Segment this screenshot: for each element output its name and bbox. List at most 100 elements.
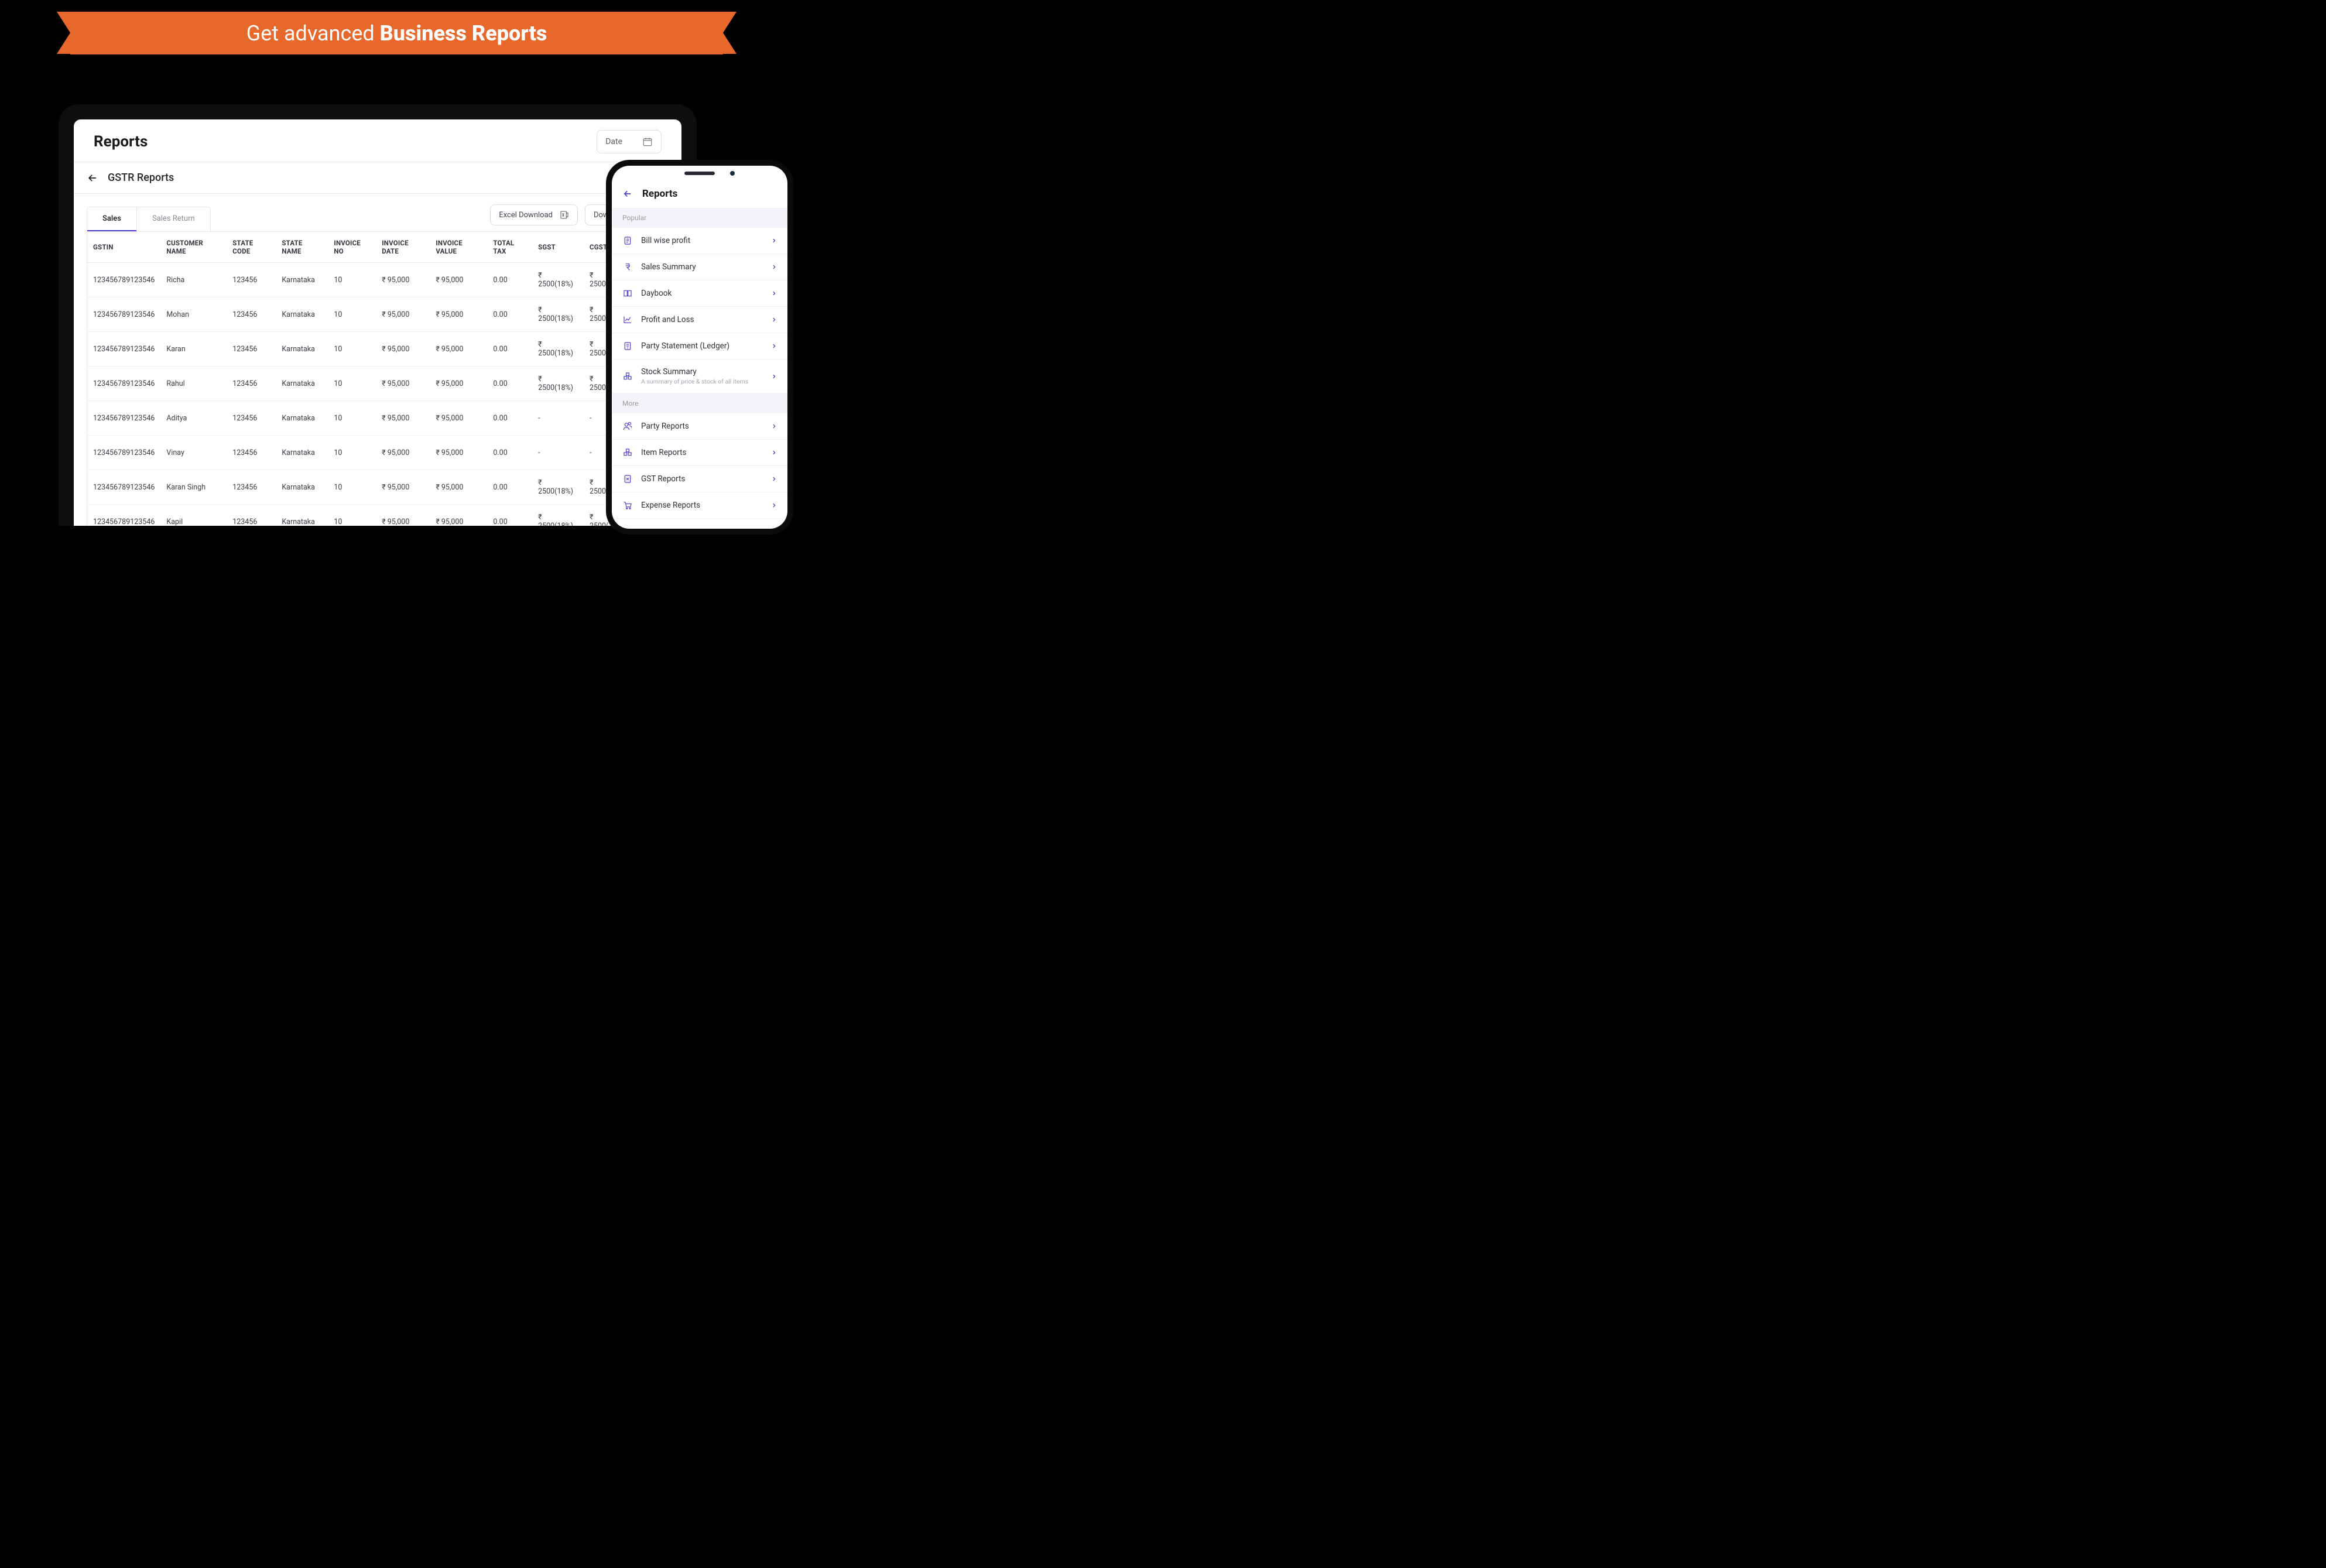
cell-scode: 123456 [227, 505, 276, 526]
calendar-icon [642, 136, 653, 147]
col-invoice-date: INVOICE DATE [376, 232, 430, 263]
cell-invdate: ₹ 95,000 [376, 470, 430, 505]
chevron-right-icon [771, 374, 777, 379]
menu-item-bill-wise-profit[interactable]: Bill wise profit [612, 228, 787, 254]
cell-name: Vinay [160, 436, 227, 470]
cell-name: Aditya [160, 401, 227, 436]
cell-sgst: ₹ 2500(18%) [532, 470, 584, 505]
cell-tax: 0.00 [487, 297, 532, 332]
excel-icon [560, 210, 569, 220]
section-popular: Popular [612, 208, 787, 228]
tabs: Sales Sales Return [87, 207, 211, 231]
menu-item-party-statement-ledger-[interactable]: Party Statement (Ledger) [612, 333, 787, 360]
table-body: 123456789123546Richa123456Karnataka10₹ 9… [87, 263, 669, 526]
cell-gstin: 123456789123546 [87, 367, 161, 401]
cell-sgst: ₹ 2500(18%) [532, 263, 584, 297]
col-total-tax: TOTAL TAX [487, 232, 532, 263]
menu-item-sales-summary[interactable]: Sales Summary [612, 254, 787, 280]
cell-sname: Karnataka [276, 332, 328, 367]
menu-item-item-reports[interactable]: Item Reports [612, 440, 787, 466]
chevron-right-icon [771, 238, 777, 244]
cell-sgst: ₹ 2500(18%) [532, 297, 584, 332]
sub-header: GSTR Reports [74, 162, 681, 194]
cell-invval: ₹ 95,000 [430, 297, 487, 332]
statement-icon [622, 341, 633, 351]
cell-invno: 10 [328, 297, 376, 332]
cell-name: Karan [160, 332, 227, 367]
cell-sname: Karnataka [276, 505, 328, 526]
cell-scode: 123456 [227, 436, 276, 470]
section-more: More [612, 393, 787, 413]
excel-label: Excel Download [499, 211, 553, 220]
cell-invno: 10 [328, 505, 376, 526]
cell-gstin: 123456789123546 [87, 297, 161, 332]
table-header-row: GSTINCUSTOMER NAMESTATE CODESTATE NAMEIN… [87, 232, 669, 263]
menu-label: Bill wise profit [641, 236, 763, 245]
menu-label: Expense Reports [641, 501, 763, 510]
cell-invdate: ₹ 95,000 [376, 436, 430, 470]
banner-text: Get advanced Business Reports [246, 21, 547, 46]
col-customer-name: CUSTOMER NAME [160, 232, 227, 263]
cell-invval: ₹ 95,000 [430, 367, 487, 401]
menu-label: Sales Summary [641, 262, 763, 272]
tab-sales-return[interactable]: Sales Return [136, 207, 210, 231]
table-row[interactable]: 123456789123546Karan123456Karnataka10₹ 9… [87, 332, 669, 367]
page-title: Reports [94, 133, 148, 150]
rupee-icon [622, 262, 633, 272]
menu-label: Party Reports [641, 422, 763, 431]
cell-sname: Karnataka [276, 436, 328, 470]
table-row[interactable]: 123456789123546Richa123456Karnataka10₹ 9… [87, 263, 669, 297]
chevron-right-icon [771, 476, 777, 482]
menu-label: Profit and Loss [641, 315, 763, 324]
cell-name: Richa [160, 263, 227, 297]
cell-invval: ₹ 95,000 [430, 470, 487, 505]
col-state-code: STATE CODE [227, 232, 276, 263]
cell-name: Kapil [160, 505, 227, 526]
menu-item-gst-reports[interactable]: GST Reports [612, 466, 787, 492]
gst-icon [622, 474, 633, 484]
cell-gstin: 123456789123546 [87, 505, 161, 526]
cell-invdate: ₹ 95,000 [376, 367, 430, 401]
table-row[interactable]: 123456789123546Vinay123456Karnataka10₹ 9… [87, 436, 669, 470]
chevron-right-icon [771, 317, 777, 323]
menu-label: GST Reports [641, 474, 763, 484]
cell-sname: Karnataka [276, 297, 328, 332]
date-button[interactable]: Date [597, 130, 662, 153]
table-row[interactable]: 123456789123546Mohan123456Karnataka10₹ 9… [87, 297, 669, 332]
cell-sname: Karnataka [276, 401, 328, 436]
table-row[interactable]: 123456789123546Karan Singh123456Karnatak… [87, 470, 669, 505]
menu-item-expense-reports[interactable]: Expense Reports [612, 492, 787, 519]
cell-invno: 10 [328, 401, 376, 436]
cell-tax: 0.00 [487, 505, 532, 526]
cell-invno: 10 [328, 470, 376, 505]
chevron-right-icon [771, 290, 777, 296]
back-arrow-icon[interactable] [87, 172, 98, 184]
menu-item-party-reports[interactable]: Party Reports [612, 413, 787, 440]
menu-sub: A summary of price & stock of all items [641, 378, 763, 385]
menu-item-stock-summary[interactable]: Stock SummaryA summary of price & stock … [612, 360, 787, 393]
table-row[interactable]: 123456789123546Aditya123456Karnataka10₹ … [87, 401, 669, 436]
tab-sales[interactable]: Sales [87, 207, 136, 231]
cell-gstin: 123456789123546 [87, 470, 161, 505]
cell-sgst: - [532, 401, 584, 436]
chevron-right-icon [771, 423, 777, 429]
cell-invdate: ₹ 95,000 [376, 263, 430, 297]
desktop-app: Reports Date GSTR Reports Sales Sales Re… [74, 119, 681, 526]
sub-title: GSTR Reports [108, 172, 174, 184]
banner-bold: Business Reports [380, 21, 547, 46]
table-row[interactable]: 123456789123546Kapil123456Karnataka10₹ 9… [87, 505, 669, 526]
gstr-table: GSTINCUSTOMER NAMESTATE CODESTATE NAMEIN… [87, 231, 669, 526]
menu-item-profit-and-loss[interactable]: Profit and Loss [612, 307, 787, 333]
cell-sgst: - [532, 436, 584, 470]
table-row[interactable]: 123456789123546Rahul123456Karnataka10₹ 9… [87, 367, 669, 401]
excel-download-button[interactable]: Excel Download [490, 204, 578, 225]
cell-sgst: ₹ 2500(18%) [532, 367, 584, 401]
menu-label: Party Statement (Ledger) [641, 341, 763, 351]
cell-sgst: ₹ 2500(18%) [532, 332, 584, 367]
mobile-back-icon[interactable] [622, 189, 633, 199]
book-icon [622, 288, 633, 299]
col-invoice-value: INVOICE VALUE [430, 232, 487, 263]
menu-item-daybook[interactable]: Daybook [612, 280, 787, 307]
cell-invno: 10 [328, 436, 376, 470]
chevron-right-icon [771, 343, 777, 349]
